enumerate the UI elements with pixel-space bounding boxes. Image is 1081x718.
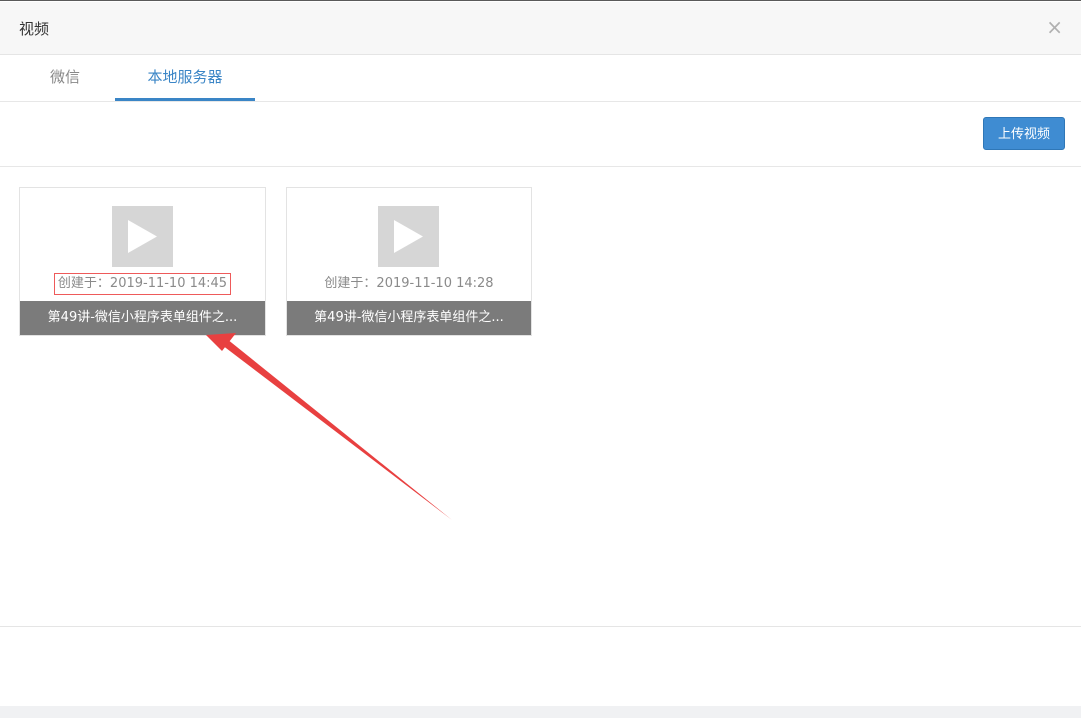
source-tabs: 微信 本地服务器 bbox=[0, 55, 1081, 102]
dialog-title: 视频 bbox=[19, 20, 50, 38]
tab-wechat[interactable]: 微信 bbox=[20, 55, 110, 101]
video-title: 第49讲-微信小程序表单组件之... bbox=[20, 301, 265, 335]
video-title: 第49讲-微信小程序表单组件之... bbox=[287, 301, 531, 335]
created-time-text: 创建于：2019-11-10 14:45 bbox=[53, 273, 232, 295]
video-dialog: 视频 × 微信 本地服务器 上传视频 创建于：2019-11-10 14:45 … bbox=[0, 0, 1081, 718]
dialog-header: 视频 × bbox=[0, 2, 1081, 55]
video-card[interactable]: 创建于：2019-11-10 14:28 第49讲-微信小程序表单组件之... bbox=[286, 187, 532, 336]
created-time: 创建于：2019-11-10 14:45 bbox=[20, 273, 265, 295]
toolbar: 上传视频 bbox=[0, 102, 1081, 167]
dialog-footer bbox=[0, 626, 1081, 706]
created-time-text: 创建于：2019-11-10 14:28 bbox=[324, 276, 494, 291]
tab-local-server[interactable]: 本地服务器 bbox=[115, 55, 255, 101]
bottom-strip bbox=[0, 706, 1081, 718]
play-icon bbox=[111, 206, 173, 267]
video-card[interactable]: 创建于：2019-11-10 14:45 第49讲-微信小程序表单组件之... bbox=[19, 187, 266, 336]
play-icon bbox=[378, 206, 439, 267]
close-icon[interactable]: × bbox=[1046, 14, 1063, 40]
created-time: 创建于：2019-11-10 14:28 bbox=[287, 273, 531, 295]
upload-video-button[interactable]: 上传视频 bbox=[983, 117, 1065, 150]
